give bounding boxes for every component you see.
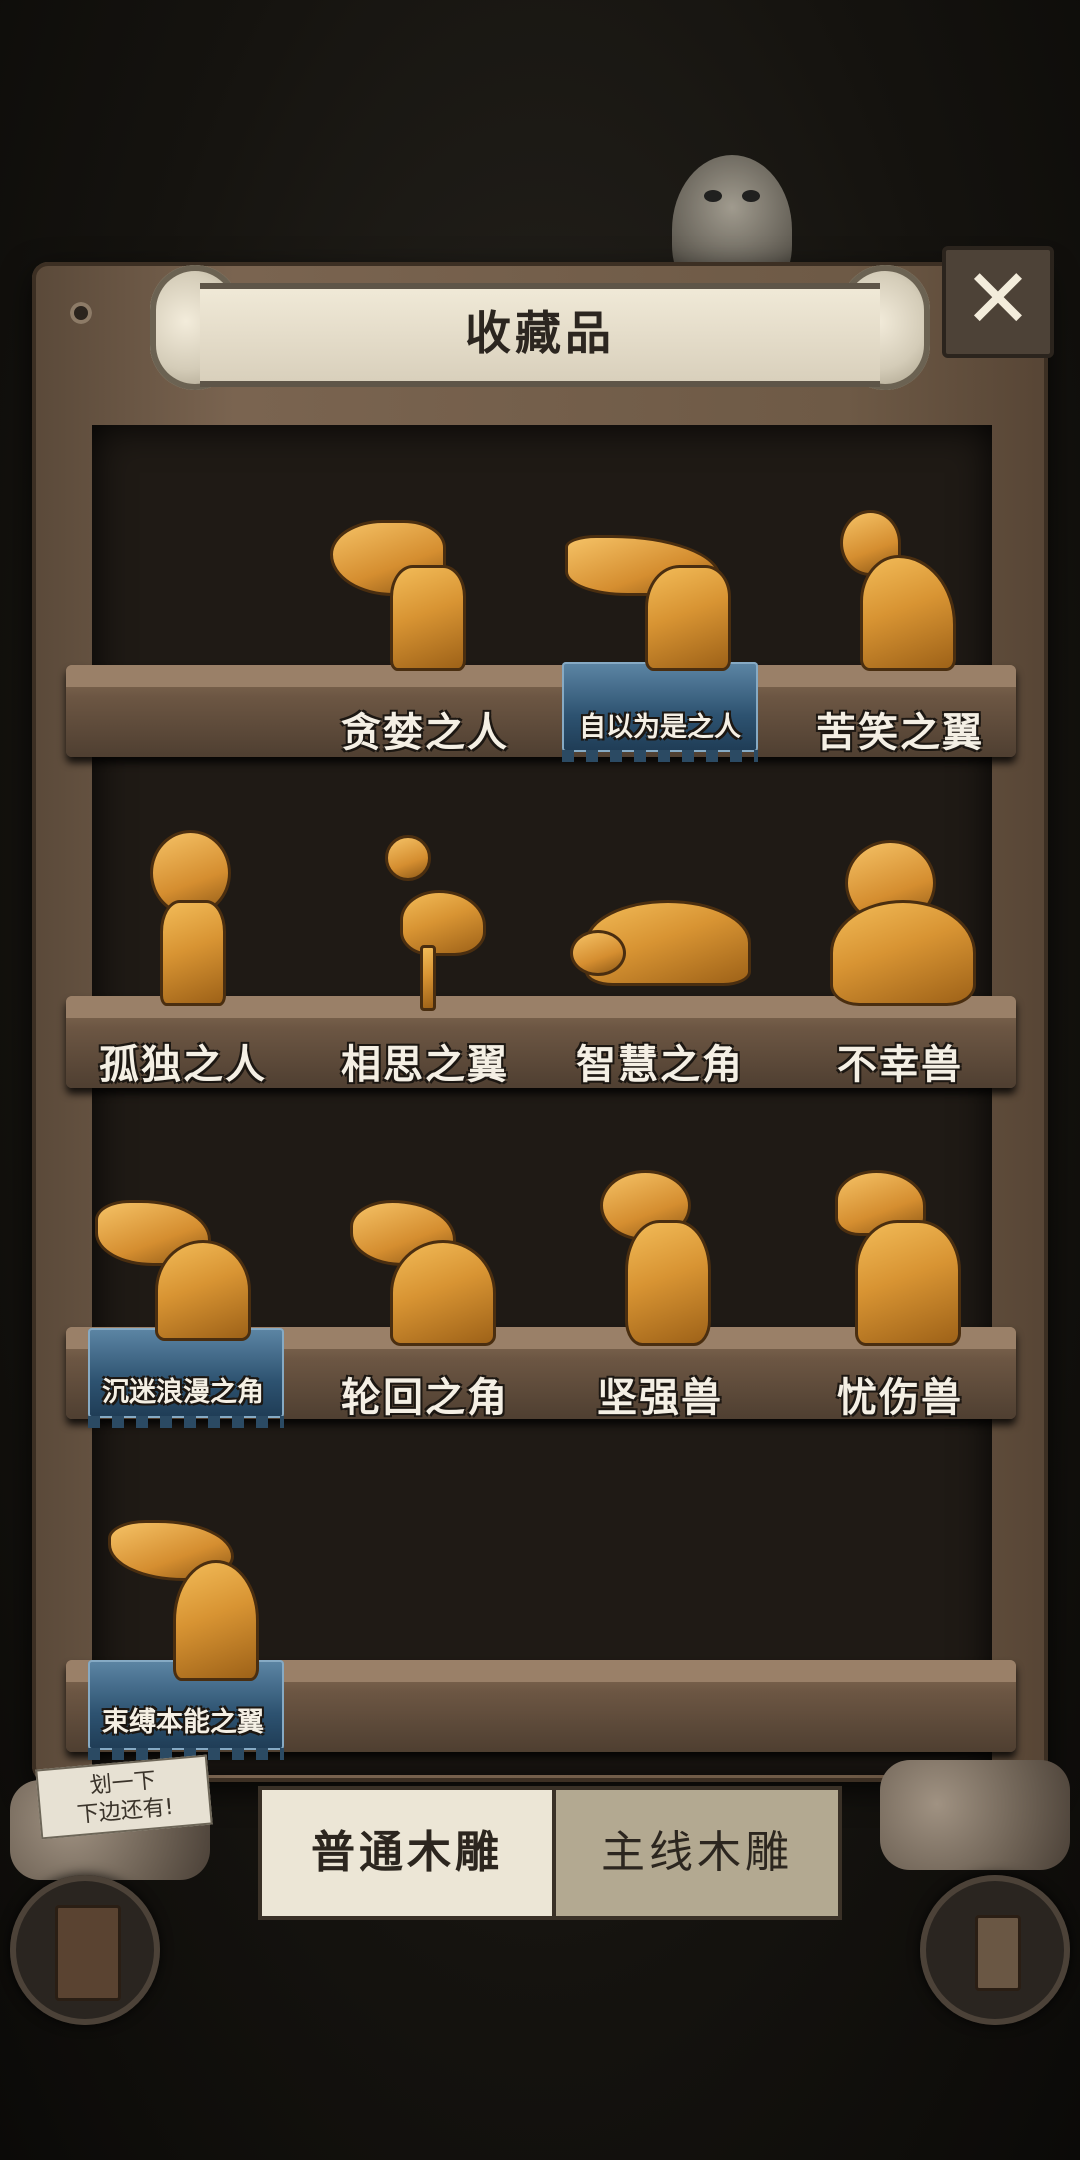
carving-bound-instinct-wing-figure[interactable] <box>108 1505 268 1681</box>
door-button[interactable] <box>10 1875 160 2025</box>
page-title: 收藏品 <box>465 306 615 360</box>
carving-label: 不幸兽 <box>837 1041 963 1088</box>
carving-label: 相思之翼 <box>341 1041 509 1088</box>
tab-main-carvings[interactable]: 主线木雕 <box>552 1786 842 1920</box>
axe-button[interactable] <box>920 1875 1070 2025</box>
carving-label: 贪婪之人 <box>341 709 509 756</box>
carving-greedy-figure[interactable] <box>330 520 490 680</box>
carving-wisdom-horn-figure[interactable] <box>570 870 751 1010</box>
carving-label: 坚强兽 <box>597 1374 723 1421</box>
carving-label: 束缚本能之翼 <box>102 1707 264 1738</box>
scroll-hint-note: 划一下 下边还有! <box>35 1754 213 1840</box>
carving-label: 沉迷浪漫之角 <box>102 1377 264 1408</box>
carving-label: 苦笑之翼 <box>816 709 984 756</box>
axe-stump-icon <box>975 1915 1021 1991</box>
rocks-decoration-right <box>880 1760 1070 1870</box>
carving-longing-wing-figure[interactable] <box>365 835 495 1011</box>
close-button[interactable]: ✕ <box>942 246 1054 358</box>
carving-label: 忧伤兽 <box>837 1374 963 1421</box>
tab-normal-carvings[interactable]: 普通木雕 <box>258 1786 556 1920</box>
carving-bitter-wing-figure[interactable] <box>835 510 985 680</box>
carving-label: 自以为是之人 <box>579 712 741 743</box>
carving-misfortune-beast-figure[interactable] <box>825 840 985 1010</box>
carving-romance-horn-figure[interactable] <box>95 1180 265 1341</box>
door-icon <box>55 1905 121 2001</box>
carving-label: 智慧之角 <box>576 1041 744 1088</box>
nail-icon <box>70 302 92 324</box>
carving-self-righteous-figure[interactable] <box>565 515 745 675</box>
carving-strong-beast-figure[interactable] <box>595 1170 735 1346</box>
carving-sorrow-beast-figure[interactable] <box>825 1170 975 1346</box>
carving-label: 孤独之人 <box>99 1041 267 1088</box>
carving-label: 轮回之角 <box>341 1374 509 1421</box>
close-icon: ✕ <box>963 252 1033 347</box>
carving-reincarnation-horn-figure[interactable] <box>345 1180 505 1346</box>
carving-lonely-figure[interactable] <box>145 830 235 1010</box>
title-banner: 收藏品 <box>150 255 930 395</box>
